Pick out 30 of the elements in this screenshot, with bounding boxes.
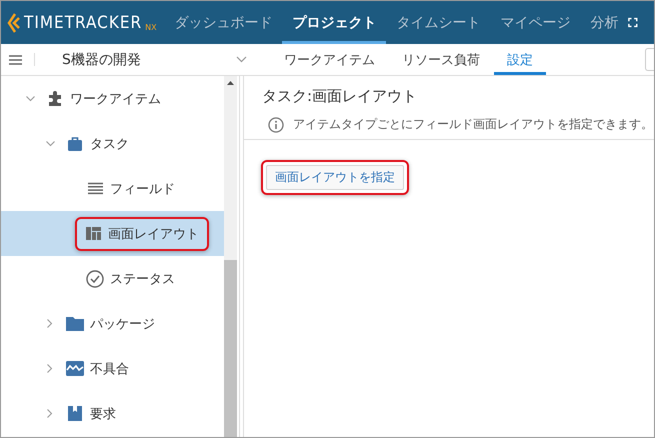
tree-row[interactable]: ワークアイテム <box>1 76 224 121</box>
tab[interactable]: 設定 <box>494 44 546 75</box>
tree-label: 不具合 <box>90 360 129 378</box>
tree-label: タスク <box>90 136 129 152</box>
tree-label: ステータス <box>110 270 175 288</box>
info-text: アイテムタイプごとにフィールド画面レイアウトを指定できます。 <box>293 116 653 133</box>
tree-label: パッケージ <box>90 316 155 332</box>
set-layout-button[interactable]: 画面レイアウトを指定 <box>266 165 404 190</box>
tree-label: フィールド <box>110 180 175 198</box>
nav-tab[interactable]: 分析 <box>580 1 628 44</box>
tab[interactable]: リソース負荷 <box>389 44 493 75</box>
logo-text: TIMETRACKER <box>24 12 142 32</box>
nav-tab[interactable]: マイページ <box>490 1 580 44</box>
logo-suffix: NX <box>145 23 157 32</box>
tree-label: 画面レイアウト <box>108 226 199 242</box>
tree-row[interactable]: タスク <box>1 121 224 166</box>
nav-tab[interactable]: プロジェクト <box>282 1 386 44</box>
tree-row[interactable]: 不具合 <box>1 346 224 391</box>
nav-tab[interactable]: タイムシート <box>386 1 490 44</box>
tab[interactable]: ワークアイテム <box>271 44 388 75</box>
project-name[interactable]: S機器の開発 <box>62 50 222 68</box>
nav-tab[interactable]: ダッシュボード <box>164 1 282 44</box>
tree-label: 要求 <box>90 406 116 422</box>
tree-label: ワークアイテム <box>70 90 161 108</box>
tree-row[interactable]: フィールド <box>1 166 224 211</box>
tree-row[interactable]: 画面レイアウト <box>1 211 224 256</box>
tree-row[interactable]: パッケージ <box>1 301 224 346</box>
tree-row[interactable]: 要求 <box>1 391 224 436</box>
tree-row[interactable]: ステータス <box>1 256 224 301</box>
page-title: タスク:画面レイアウト <box>262 87 418 106</box>
